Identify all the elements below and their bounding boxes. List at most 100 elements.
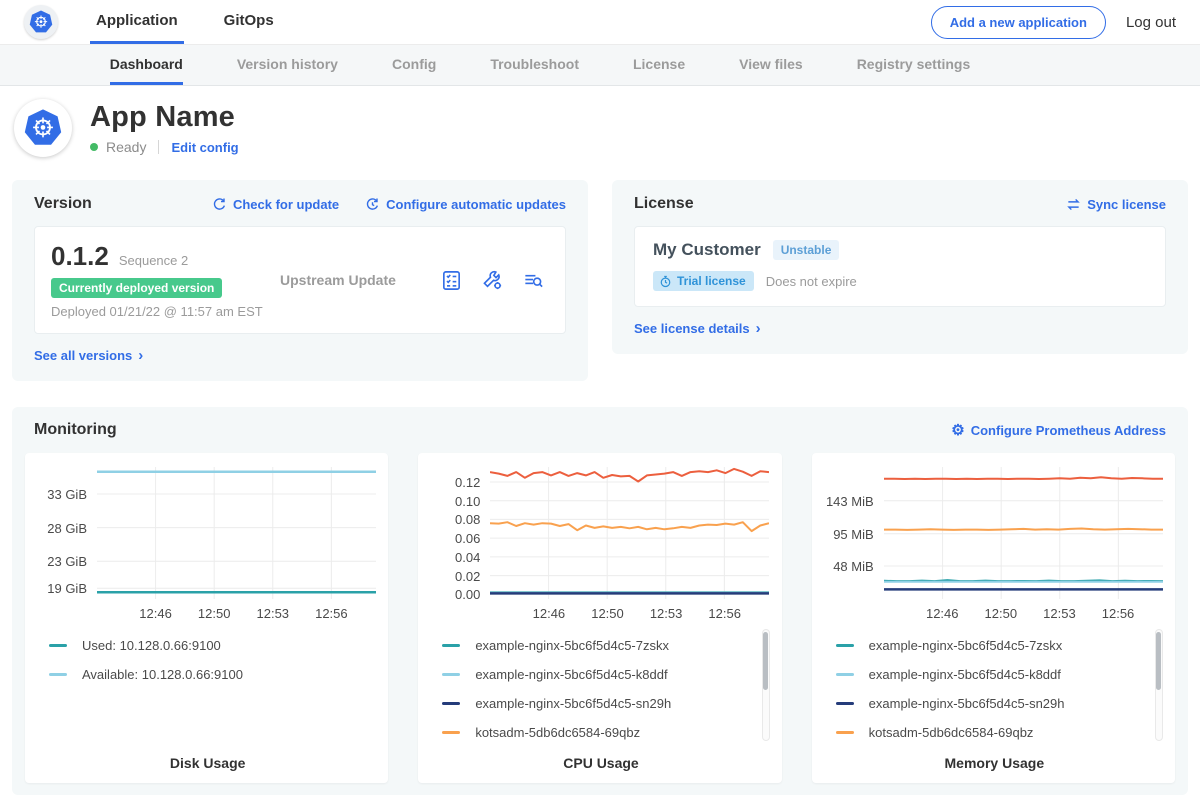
legend-color-dash — [836, 644, 854, 647]
memory-usage-plot — [884, 467, 1163, 599]
app-sub-nav: Dashboard Version history Config Trouble… — [0, 44, 1200, 86]
memory-usage-chart-card: 143 MiB 95 MiB 48 MiB 12:4612:5012:5312:56… — [812, 453, 1175, 783]
kubernetes-logo[interactable] — [24, 5, 58, 39]
see-all-versions-link[interactable]: See all versions › — [34, 348, 143, 363]
y-tick-label: 0.12 — [455, 475, 480, 490]
y-tick-label: 0.04 — [455, 550, 480, 565]
disk-usage-plot — [97, 467, 376, 599]
legend-label: example-nginx-5bc6f5d4c5-sn29h — [869, 696, 1065, 711]
topnav-tabs: Application GitOps — [90, 0, 280, 44]
tab-config[interactable]: Config — [392, 45, 436, 85]
tab-dashboard[interactable]: Dashboard — [110, 45, 183, 85]
app-avatar — [14, 99, 72, 157]
disk-usage-chart-card: 33 GiB28 GiB23 GiB19 GiB 12:46 12:50 12:53… — [25, 453, 388, 783]
sync-license-link[interactable]: Sync license — [1066, 197, 1166, 212]
y-tick-label: 0.02 — [455, 569, 480, 584]
disk-usage-y-axis: 33 GiB28 GiB23 GiB19 GiB — [39, 467, 97, 599]
legend-item: kotsadm-5db6dc6584-69qbz — [836, 718, 1149, 745]
status-ready-dot — [90, 143, 98, 151]
memory-usage-x-axis: 12:4612:5012:5312:56 — [884, 599, 1163, 623]
cpu-usage-legend: example-nginx-5bc6f5d4c5-7zskx example-ng… — [432, 627, 769, 745]
legend-item: example-nginx-5bc6f5d4c5-7zskx — [836, 631, 1149, 660]
view-logs-icon[interactable] — [522, 269, 545, 292]
legend-scrollbar[interactable] — [762, 629, 770, 741]
version-sequence: Sequence 2 — [119, 253, 188, 268]
legend-color-dash — [442, 731, 460, 734]
legend-color-dash — [442, 673, 460, 676]
disk-usage-x-axis: 12:4612:5012:5312:56 — [97, 599, 376, 623]
license-card-title: License — [634, 195, 694, 213]
status-text: Ready — [106, 139, 146, 155]
tab-version-history[interactable]: Version history — [237, 45, 338, 85]
kubernetes-app-icon — [22, 107, 64, 149]
page-title: App Name — [90, 101, 239, 134]
chart-title-disk-usage: Disk Usage — [39, 755, 376, 771]
tab-application[interactable]: Application — [90, 0, 184, 44]
x-tick-label: 12:46 — [139, 606, 172, 621]
add-new-application-button[interactable]: Add a new application — [931, 6, 1106, 39]
monitoring-section: Monitoring ⚙ Configure Prometheus Addres… — [12, 407, 1188, 795]
y-tick-label: 0.08 — [455, 512, 480, 527]
preflight-checks-icon[interactable] — [440, 269, 463, 292]
x-tick-label: 12:46 — [533, 606, 566, 621]
memory-usage-y-axis: 143 MiB 95 MiB 48 MiB — [826, 467, 884, 599]
y-tick-label: 33 GiB — [47, 487, 87, 502]
logout-button[interactable]: Log out — [1126, 14, 1176, 31]
legend-label: kotsadm-5db6dc6584-69qbz — [475, 725, 640, 740]
configure-prometheus-link[interactable]: ⚙ Configure Prometheus Address — [951, 423, 1166, 438]
license-card: License Sync license My Customer Unstabl… — [612, 180, 1188, 354]
scrollbar-thumb[interactable] — [1156, 632, 1161, 690]
configure-automatic-updates-link[interactable]: Configure automatic updates — [365, 197, 566, 212]
app-header: App Name Ready Edit config — [0, 86, 1200, 170]
version-card: Version Check for update Configure autom… — [12, 180, 588, 381]
tab-gitops[interactable]: GitOps — [218, 0, 280, 44]
x-tick-label: 12:56 — [708, 606, 741, 621]
edit-config-link[interactable]: Edit config — [171, 140, 238, 155]
legend-color-dash — [49, 644, 67, 647]
y-tick-label: 48 MiB — [833, 559, 873, 574]
tab-registry-settings[interactable]: Registry settings — [857, 45, 971, 85]
customer-name: My Customer — [653, 240, 761, 260]
legend-item: Available: 10.128.0.66:9100 — [49, 660, 362, 689]
config-wrench-icon[interactable] — [481, 269, 504, 292]
cpu-usage-y-axis: 0.120.100.080.060.040.020.00 — [432, 467, 490, 599]
tab-view-files[interactable]: View files — [739, 45, 803, 85]
legend-label: example-nginx-5bc6f5d4c5-k8ddf — [869, 667, 1061, 682]
chevron-right-icon: › — [756, 321, 761, 336]
legend-item: example-nginx-5bc6f5d4c5-sn29h — [836, 689, 1149, 718]
legend-label: Used: 10.128.0.66:9100 — [82, 638, 221, 653]
y-tick-label: 95 MiB — [833, 527, 873, 542]
legend-label: Available: 10.128.0.66:9100 — [82, 667, 243, 682]
x-tick-label: 12:50 — [198, 606, 231, 621]
version-source-label: Upstream Update — [266, 272, 440, 288]
deployed-timestamp: Deployed 01/21/22 @ 11:57 am EST — [51, 304, 266, 319]
legend-color-dash — [836, 731, 854, 734]
legend-label: example-nginx-5bc6f5d4c5-7zskx — [475, 638, 669, 653]
clock-refresh-icon — [365, 197, 380, 212]
legend-color-dash — [442, 702, 460, 705]
sync-icon — [1066, 197, 1081, 212]
x-tick-label: 12:50 — [591, 606, 624, 621]
x-tick-label: 12:53 — [1043, 606, 1076, 621]
cpu-usage-x-axis: 12:4612:5012:5312:56 — [490, 599, 769, 623]
channel-badge: Unstable — [773, 240, 840, 260]
see-license-details-link[interactable]: See license details › — [634, 321, 761, 336]
disk-usage-legend: Used: 10.128.0.66:9100 Available: 10.128.… — [39, 627, 376, 745]
tab-license[interactable]: License — [633, 45, 685, 85]
check-for-update-link[interactable]: Check for update — [212, 197, 339, 212]
x-tick-label: 12:53 — [256, 606, 289, 621]
legend-label: example-nginx-5bc6f5d4c5-k8ddf — [475, 667, 667, 682]
kubernetes-logo-icon — [28, 9, 54, 35]
memory-usage-legend: example-nginx-5bc6f5d4c5-7zskx example-ng… — [826, 627, 1163, 745]
legend-color-dash — [49, 673, 67, 676]
legend-color-dash — [836, 702, 854, 705]
divider — [158, 140, 159, 154]
y-tick-label: 143 MiB — [826, 494, 874, 509]
legend-scrollbar[interactable] — [1155, 629, 1163, 741]
legend-item: kotsadm-5db6dc6584-69qbz — [442, 718, 755, 745]
legend-item: example-nginx-5bc6f5d4c5-k8ddf — [836, 660, 1149, 689]
scrollbar-thumb[interactable] — [763, 632, 768, 690]
current-version-panel: 0.1.2 Sequence 2 Currently deployed vers… — [34, 226, 566, 334]
tab-troubleshoot[interactable]: Troubleshoot — [490, 45, 579, 85]
topnav-right: Add a new application Log out — [931, 0, 1176, 44]
